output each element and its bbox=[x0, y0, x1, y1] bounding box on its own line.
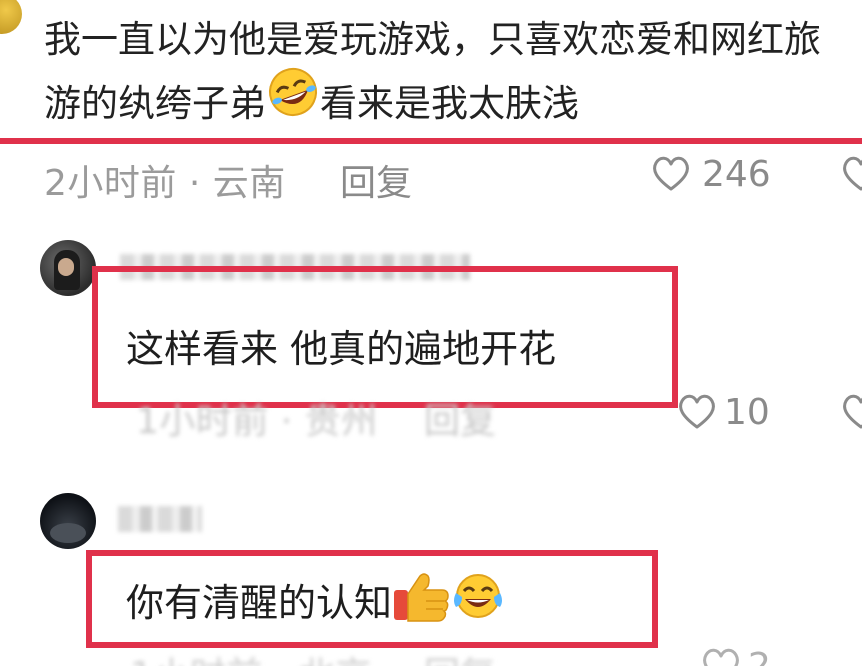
like-count: 10 bbox=[724, 392, 770, 433]
dislike-icon[interactable] bbox=[840, 152, 862, 198]
like-icon[interactable] bbox=[676, 390, 718, 436]
comment-meta: 2小时前 · 云南 bbox=[44, 163, 286, 204]
like-icon[interactable] bbox=[700, 644, 742, 666]
comment-meta: 1小时前 · 贵州 bbox=[136, 401, 378, 442]
reply-button[interactable]: 回复 bbox=[424, 646, 496, 666]
thumbs-up-emoji-icon bbox=[392, 570, 450, 633]
username-redacted bbox=[118, 506, 202, 532]
comment-meta: 1小时前 · 北京 bbox=[130, 646, 372, 666]
highlight-box bbox=[0, 0, 862, 144]
comment-text: 你有清醒的认知 bbox=[126, 572, 506, 633]
like-count: 2 bbox=[748, 646, 771, 666]
like-count: 246 bbox=[702, 154, 771, 195]
comment-thread: 我一直以为他是爱玩游戏，只喜欢恋爱和网红旅游的纨绔子弟 看来是我太肤浅 2小时前… bbox=[0, 0, 862, 666]
dislike-icon[interactable] bbox=[840, 390, 862, 436]
tears-of-joy-emoji-icon bbox=[450, 571, 506, 632]
comment-text: 这样看来 他真的遍地开花 bbox=[126, 327, 557, 371]
like-icon[interactable] bbox=[650, 152, 692, 198]
reply-button[interactable]: 回复 bbox=[424, 392, 496, 444]
reply-button[interactable]: 回复 bbox=[340, 154, 412, 206]
avatar[interactable] bbox=[40, 240, 96, 296]
avatar[interactable] bbox=[40, 493, 96, 549]
